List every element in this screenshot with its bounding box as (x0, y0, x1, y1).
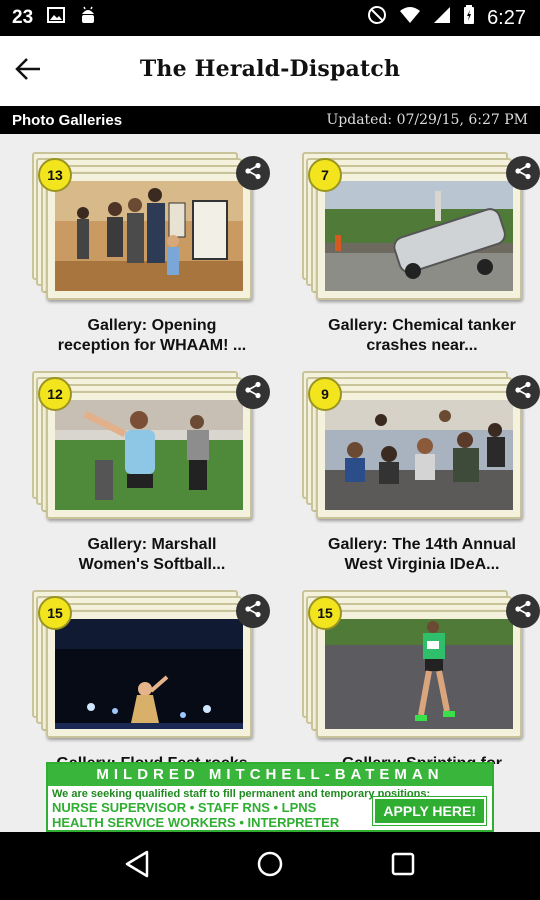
gallery-thumbnail[interactable] (316, 610, 522, 738)
gallery-photo (325, 619, 513, 729)
share-button[interactable] (506, 156, 540, 190)
gallery-photo (55, 181, 243, 291)
share-button[interactable] (236, 156, 270, 190)
do-not-disturb-icon (367, 5, 387, 31)
gallery-thumbnail[interactable] (46, 391, 252, 519)
share-button[interactable] (236, 375, 270, 409)
gallery-card[interactable]: 13 Gallery: Opening reception for WHAAM!… (32, 152, 272, 362)
section-bar: Photo Galleries Updated: 07/29/15, 6:27 … (0, 106, 540, 134)
share-icon (514, 600, 532, 623)
gallery-thumbnail[interactable] (316, 172, 522, 300)
home-circle-icon (256, 850, 284, 883)
gallery-card[interactable]: 9 Gallery: The 14th Annual West Virginia… (302, 371, 540, 581)
apply-button[interactable]: APPLY HERE! (372, 796, 487, 826)
photo-count-badge: 15 (308, 596, 342, 630)
image-icon (47, 7, 66, 29)
recents-square-icon (391, 852, 415, 881)
wifi-icon (399, 6, 421, 30)
gallery-thumbnail[interactable] (46, 172, 252, 300)
gallery-grid: 13 Gallery: Opening reception for WHAAM!… (0, 134, 540, 764)
photo-count-badge: 12 (38, 377, 72, 411)
gallery-card[interactable]: 12 Gallery: Marshall Women's Softball... (32, 371, 272, 581)
clock: 6:27 (487, 6, 526, 29)
gallery-photo (55, 619, 243, 729)
gallery-photo (325, 400, 513, 510)
share-button[interactable] (506, 375, 540, 409)
signal-icon (433, 6, 451, 30)
gallery-title[interactable]: Gallery: Chemical tanker crashes near... (302, 316, 540, 356)
gallery-card[interactable]: 15 Gallery: Sprinting for (302, 590, 540, 764)
photo-count-badge: 9 (308, 377, 342, 411)
gallery-photo (55, 400, 243, 510)
status-bar: 23 6:27 (0, 0, 540, 36)
gallery-card[interactable]: 15 Gallery: Floyd Fest rocks (32, 590, 272, 764)
gallery-title[interactable]: Gallery: The 14th Annual West Virginia I… (302, 535, 540, 575)
share-icon (244, 162, 262, 185)
section-title: Photo Galleries (12, 111, 123, 129)
share-button[interactable] (236, 594, 270, 628)
gallery-title[interactable]: Gallery: Marshall Women's Softball... (32, 535, 272, 575)
ad-headline: MILDRED MITCHELL-BATEMAN HOSPITAL (48, 764, 492, 805)
android-icon (79, 5, 97, 31)
share-icon (244, 600, 262, 623)
photo-count-badge: 13 (38, 158, 72, 192)
notification-count: 23 (12, 7, 34, 28)
gallery-card[interactable]: 7 Gallery: Chemical tanker crashes near.… (302, 152, 540, 362)
gallery-thumbnail[interactable] (316, 391, 522, 519)
battery-icon (463, 5, 475, 31)
share-button[interactable] (506, 594, 540, 628)
back-triangle-icon (124, 850, 150, 883)
masthead-logo: The Herald-Dispatch (139, 56, 401, 82)
nav-back-button[interactable] (113, 842, 161, 890)
updated-timestamp: Updated: 07/29/15, 6:27 PM (326, 112, 528, 128)
app-bar: The Herald-Dispatch (0, 36, 540, 106)
nav-home-button[interactable] (246, 842, 294, 890)
system-nav-bar (0, 832, 540, 900)
gallery-title[interactable]: Gallery: Opening reception for WHAAM! ..… (32, 316, 272, 356)
photo-count-badge: 7 (308, 158, 342, 192)
ad-banner[interactable]: MILDRED MITCHELL-BATEMAN HOSPITAL We are… (46, 762, 494, 832)
share-icon (244, 381, 262, 404)
gallery-photo (325, 181, 513, 291)
share-icon (514, 162, 532, 185)
gallery-thumbnail[interactable] (46, 610, 252, 738)
photo-count-badge: 15 (38, 596, 72, 630)
share-icon (514, 381, 532, 404)
nav-recents-button[interactable] (379, 842, 427, 890)
